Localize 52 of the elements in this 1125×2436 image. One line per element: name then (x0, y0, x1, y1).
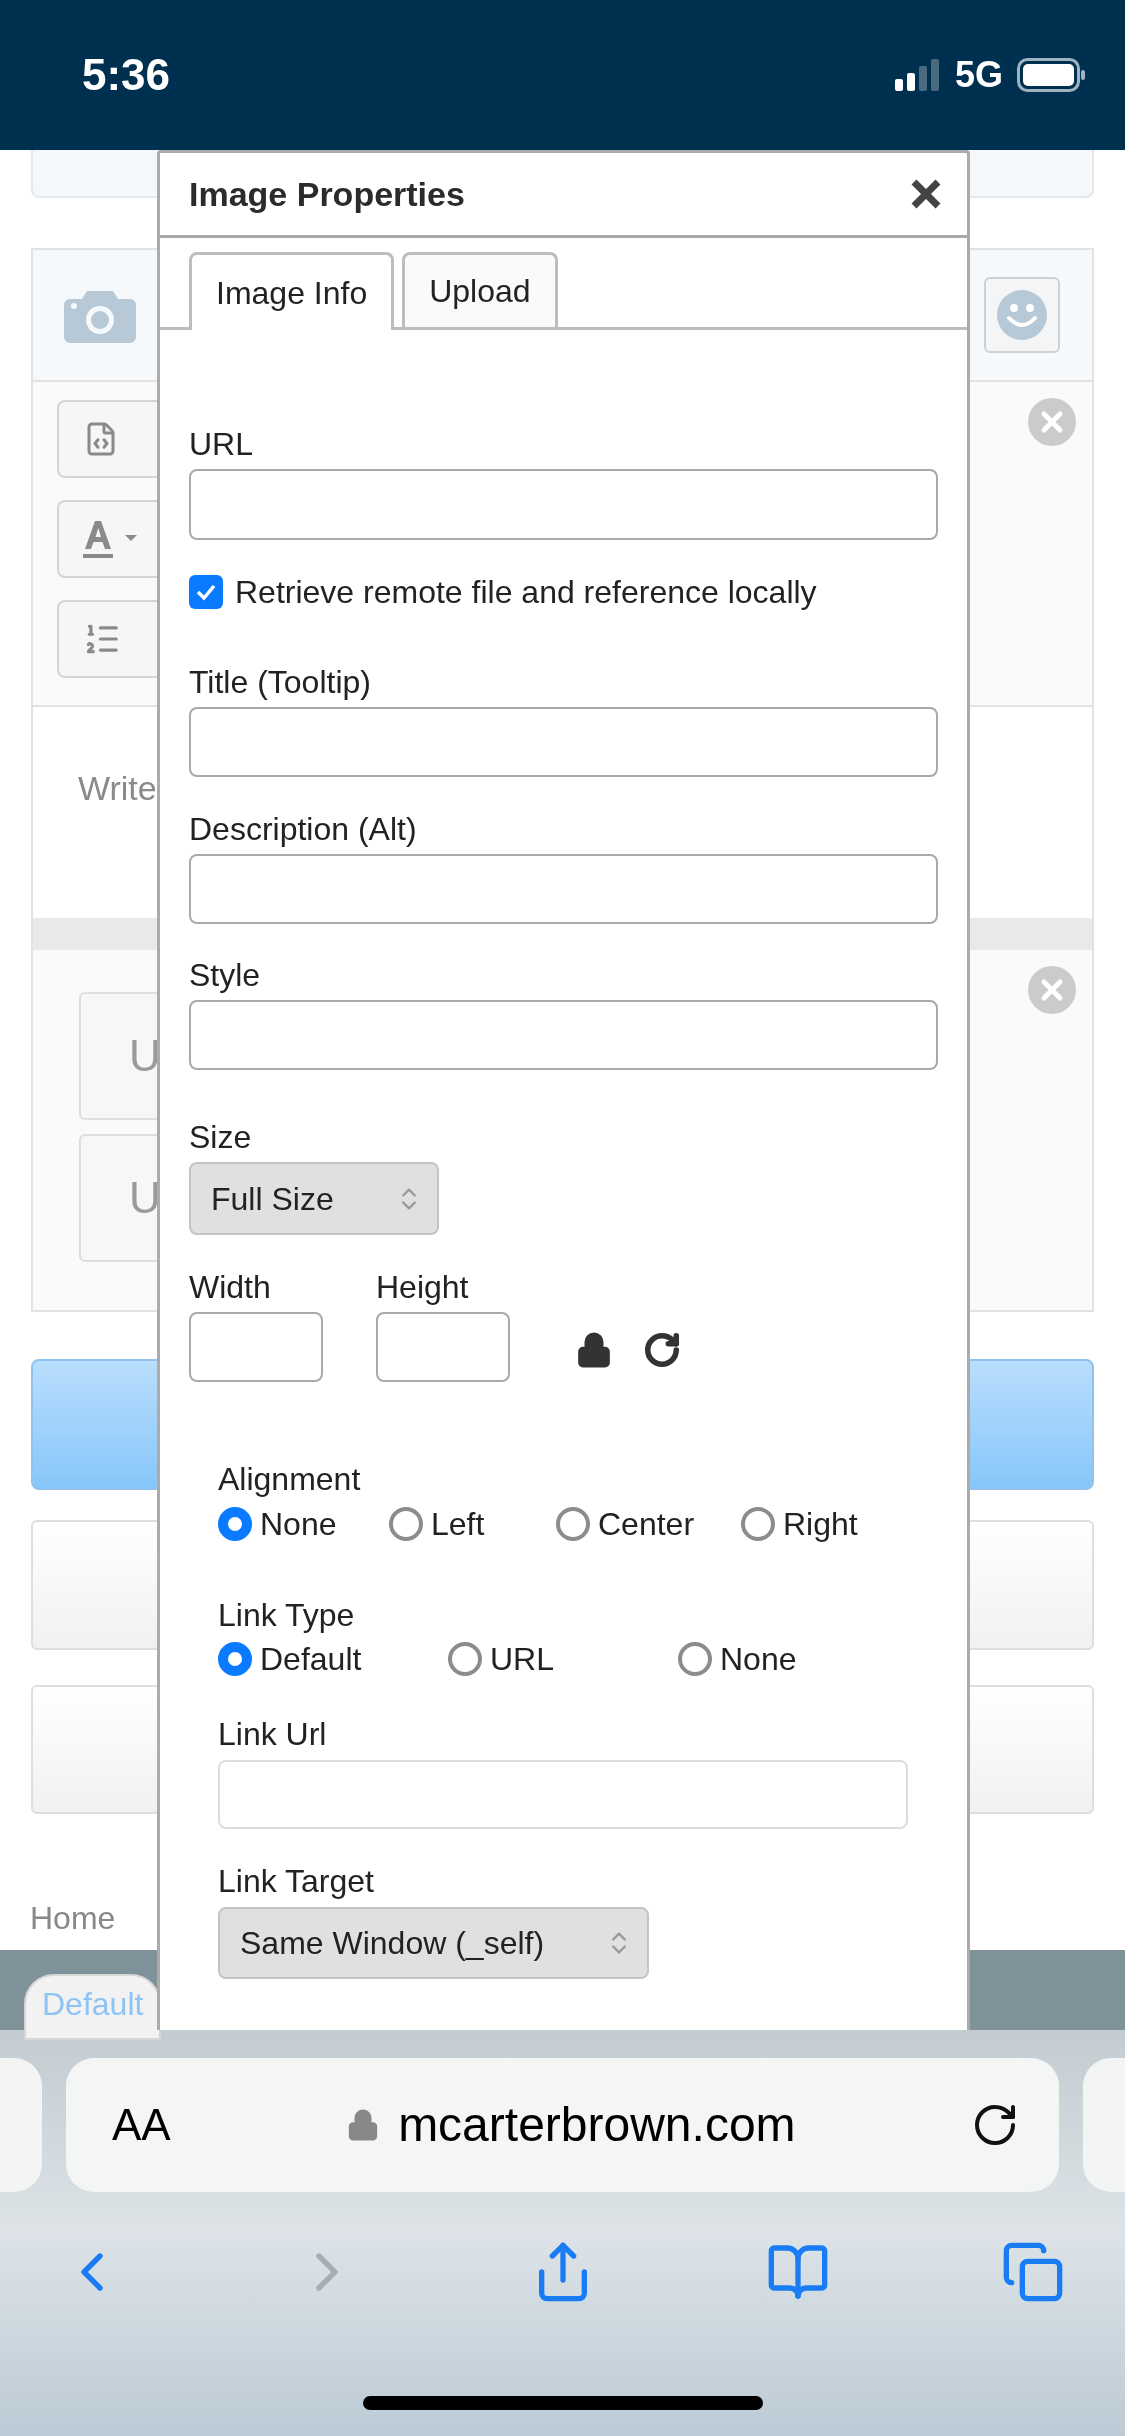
emoji-button[interactable] (984, 277, 1060, 353)
width-field[interactable] (189, 1312, 323, 1382)
field-label: Link Type (218, 1596, 356, 1635)
tab[interactable]: Image Info (189, 252, 395, 330)
checkbox[interactable] (189, 575, 223, 609)
field-label: URL (189, 425, 254, 464)
field-label: Title (Tooltip) (189, 663, 372, 702)
radio-button[interactable] (741, 1507, 775, 1541)
signal-icon (894, 59, 941, 91)
dialog-title: Image Properties (189, 173, 465, 215)
tabs-icon[interactable] (1001, 2240, 1065, 2304)
field-label: Style (189, 956, 262, 995)
radio-option[interactable]: None (218, 1504, 389, 1544)
radio-button[interactable] (678, 1642, 712, 1676)
field-label: Alignment (218, 1460, 362, 1499)
field-label: Width (189, 1268, 272, 1307)
radio-button[interactable] (448, 1642, 482, 1676)
link-url-field[interactable] (218, 1760, 908, 1829)
field-label: Height (376, 1268, 470, 1307)
radio-option[interactable]: Center (556, 1504, 741, 1544)
field-label: Description (Alt) (189, 810, 418, 849)
radio-option[interactable]: Left (389, 1504, 556, 1544)
radio-option[interactable]: None (678, 1639, 878, 1679)
radio-option[interactable]: Default (218, 1639, 448, 1679)
radio-button[interactable] (556, 1507, 590, 1541)
close-icon[interactable] (909, 177, 943, 211)
height-field[interactable] (376, 1312, 510, 1382)
field-label: Link Url (218, 1715, 328, 1754)
radio-button[interactable] (389, 1507, 423, 1541)
battery-icon (1017, 58, 1087, 92)
smiley-icon (997, 290, 1047, 340)
url-field[interactable] (189, 469, 938, 540)
radio-option[interactable]: Right (741, 1504, 911, 1544)
reset-size-icon[interactable] (643, 1331, 681, 1369)
title-field[interactable] (189, 707, 938, 777)
link-target-select[interactable]: Same Window (_self) (218, 1907, 649, 1979)
field-label: Link Target (218, 1862, 375, 1901)
lock-icon[interactable] (575, 1331, 613, 1369)
radio-button[interactable] (218, 1507, 252, 1541)
breadcrumb-link[interactable]: Home (30, 1900, 116, 1936)
network-label: 5G (954, 53, 1003, 97)
address-text: mcarterbrown.com (398, 2097, 796, 2153)
clock-time: 5:36 (82, 49, 171, 101)
size-select[interactable]: Full Size (189, 1162, 439, 1235)
text-size-button[interactable]: AA (112, 2092, 171, 2158)
radio-option[interactable]: URL (448, 1639, 678, 1679)
style-field[interactable] (189, 1000, 938, 1070)
description-field[interactable] (189, 854, 938, 924)
address-bar[interactable]: AA mcarterbrown.com (66, 2058, 1059, 2192)
tab[interactable]: Upload (402, 252, 558, 327)
checkbox-label: Retrieve remote file and reference locally (235, 573, 817, 612)
radio-button[interactable] (218, 1642, 252, 1676)
